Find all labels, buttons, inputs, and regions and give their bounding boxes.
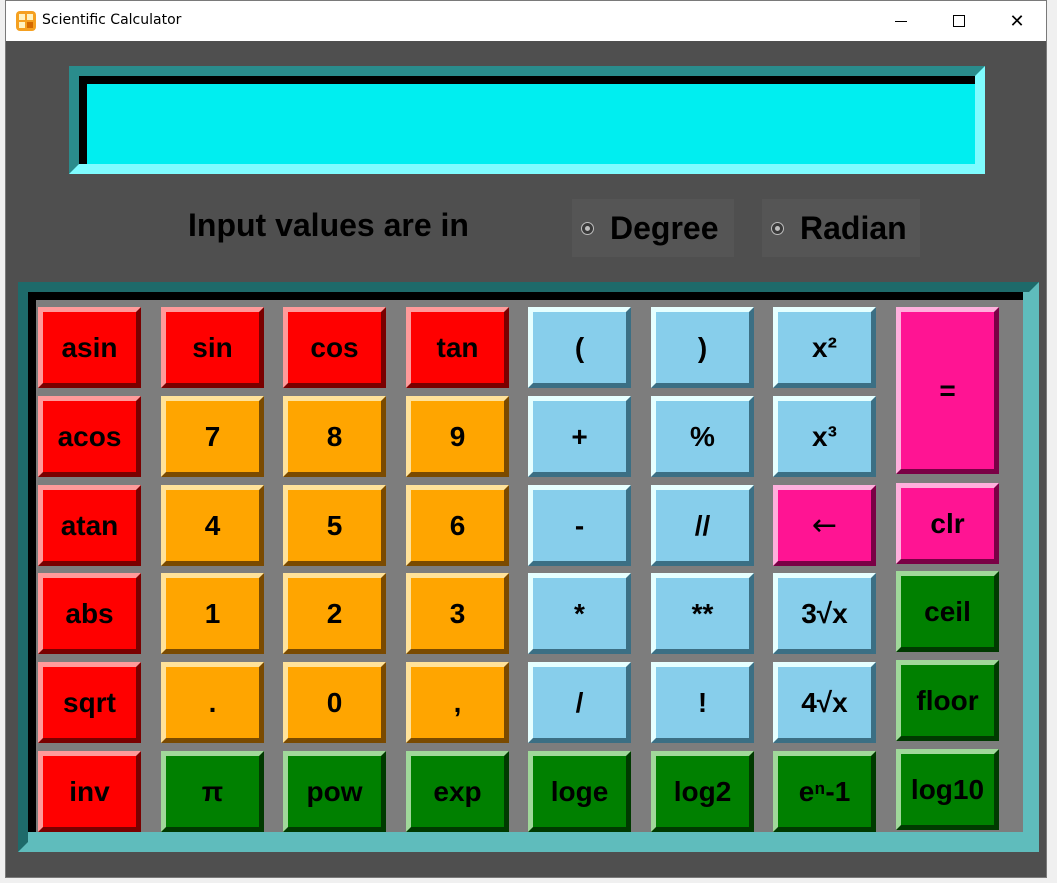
window-title: Scientific Calculator	[42, 12, 182, 28]
keypad: asin sin cos tan ( ) x² = acos 7 8 9 + %…	[28, 292, 1023, 832]
exp-minus-one-button[interactable]: eⁿ-1	[773, 751, 876, 832]
floor-divide-button[interactable]: //	[651, 485, 754, 566]
digit-9-button[interactable]: 9	[406, 396, 509, 477]
radian-radio-icon[interactable]	[771, 221, 784, 235]
angle-mode-label: Input values are in	[188, 207, 469, 243]
title-bar[interactable]: Scientific Calculator ✕	[6, 1, 1046, 41]
pow-button[interactable]: pow	[283, 751, 386, 832]
digit-5-button[interactable]: 5	[283, 485, 386, 566]
maximize-button[interactable]	[930, 1, 988, 41]
maximize-icon	[953, 15, 965, 27]
close-button[interactable]: ✕	[988, 1, 1046, 41]
cube-button[interactable]: x³	[773, 396, 876, 477]
asin-button[interactable]: asin	[38, 307, 141, 388]
keypad-frame: asin sin cos tan ( ) x² = acos 7 8 9 + %…	[18, 282, 1039, 852]
digit-8-button[interactable]: 8	[283, 396, 386, 477]
digit-1-button[interactable]: 1	[161, 573, 264, 654]
multiply-button[interactable]: *	[528, 573, 631, 654]
digit-0-button[interactable]: 0	[283, 662, 386, 743]
pi-button[interactable]: π	[161, 751, 264, 832]
digit-3-button[interactable]: 3	[406, 573, 509, 654]
calculator-window: Scientific Calculator ✕ Input values are…	[5, 0, 1047, 878]
cos-button[interactable]: cos	[283, 307, 386, 388]
decimal-point-button[interactable]: .	[161, 662, 264, 743]
digit-4-button[interactable]: 4	[161, 485, 264, 566]
digit-6-button[interactable]: 6	[406, 485, 509, 566]
acos-button[interactable]: acos	[38, 396, 141, 477]
digit-7-button[interactable]: 7	[161, 396, 264, 477]
plus-button[interactable]: +	[528, 396, 631, 477]
log2-button[interactable]: log2	[651, 751, 754, 832]
divide-button[interactable]: /	[528, 662, 631, 743]
percent-button[interactable]: %	[651, 396, 754, 477]
atan-button[interactable]: atan	[38, 485, 141, 566]
tan-button[interactable]: tan	[406, 307, 509, 388]
factorial-button[interactable]: !	[651, 662, 754, 743]
degree-radio-icon[interactable]	[581, 221, 594, 235]
sqrt-button[interactable]: sqrt	[38, 662, 141, 743]
equals-button[interactable]: =	[896, 307, 999, 474]
right-paren-button[interactable]: )	[651, 307, 754, 388]
backspace-button[interactable]: ←	[773, 485, 876, 566]
ceil-button[interactable]: ceil	[896, 571, 999, 652]
degree-radio[interactable]: Degree	[572, 199, 734, 257]
minimize-icon	[895, 20, 907, 22]
digit-2-button[interactable]: 2	[283, 573, 386, 654]
sin-button[interactable]: sin	[161, 307, 264, 388]
fourth-root-button[interactable]: 4√x	[773, 662, 876, 743]
floor-button[interactable]: floor	[896, 660, 999, 741]
close-icon: ✕	[1009, 10, 1025, 32]
display-frame	[69, 66, 985, 174]
inv-button[interactable]: inv	[38, 751, 141, 832]
loge-button[interactable]: loge	[528, 751, 631, 832]
abs-button[interactable]: abs	[38, 573, 141, 654]
calculator-app-icon	[16, 11, 36, 31]
exp-button[interactable]: exp	[406, 751, 509, 832]
radian-radio[interactable]: Radian	[762, 199, 920, 257]
square-button[interactable]: x²	[773, 307, 876, 388]
log10-button[interactable]: log10	[896, 749, 999, 830]
comma-button[interactable]: ,	[406, 662, 509, 743]
display-entry[interactable]	[79, 76, 975, 164]
left-paren-button[interactable]: (	[528, 307, 631, 388]
minimize-button[interactable]	[872, 1, 930, 41]
minus-button[interactable]: -	[528, 485, 631, 566]
clear-button[interactable]: clr	[896, 483, 999, 564]
cube-root-button[interactable]: 3√x	[773, 573, 876, 654]
power-operator-button[interactable]: **	[651, 573, 754, 654]
degree-radio-label: Degree	[610, 209, 719, 246]
radian-radio-label: Radian	[800, 209, 907, 246]
backspace-arrow-icon: ←	[811, 508, 838, 543]
